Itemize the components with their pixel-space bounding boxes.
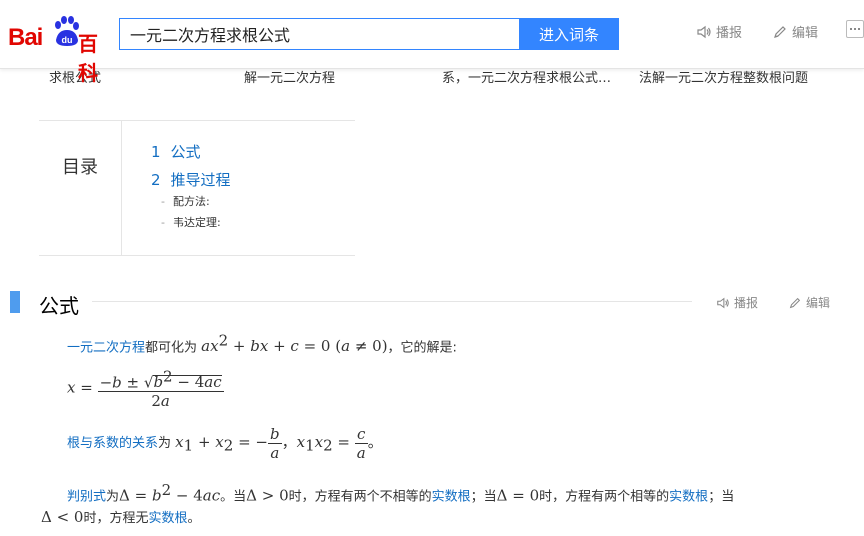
paragraph-discriminant: 判别式为Δ = b2 − 4ac。当Δ > 0时，方程有两个不相等的实数根；当Δ… bbox=[67, 481, 735, 505]
text: 。 bbox=[187, 511, 201, 526]
paragraph-discriminant-cont: Δ < 0时，方程无实数根。 bbox=[41, 508, 201, 526]
paragraph-general-form: 一元二次方程都可化为 ax2 + bx + c = 0 (a ≠ 0)，它的解是… bbox=[67, 332, 457, 355]
text: 时，方程无 bbox=[83, 511, 149, 526]
search-input[interactable] bbox=[119, 18, 519, 50]
text: 。当 bbox=[220, 489, 247, 505]
paragraph-vieta: 根与系数的关系为 x1 + x2 = − b a ，x1x2 = c a。 bbox=[67, 425, 383, 462]
toc-subitem-vieta[interactable]: - 韦达定理: bbox=[161, 214, 221, 230]
enter-entry-button[interactable]: 进入词条 bbox=[519, 18, 619, 50]
equation-general-form: ax2 + bx + c = 0 (a ≠ 0) bbox=[201, 332, 388, 356]
toc-title: 目录 bbox=[39, 121, 122, 255]
link-real-root[interactable]: 实数根 bbox=[432, 489, 471, 504]
paw-icon: du bbox=[55, 16, 79, 46]
text: ；当 bbox=[708, 489, 735, 505]
top-header: Bai du 百科 进入词条 播报 编辑 bbox=[0, 0, 864, 85]
related-terms-row: 求根公式 解一元二次方程 系，一元二次方程求根公式… 法解一元二次方程整数根问题 bbox=[0, 67, 864, 87]
toc-item-derivation[interactable]: 2 推导过程 bbox=[151, 169, 231, 190]
text: 时，方程有两个不相等的 bbox=[288, 489, 432, 505]
text: 时，方程有两个相等的 bbox=[539, 489, 670, 505]
section-edit-label: 编辑 bbox=[806, 296, 831, 310]
toc-item-label: 推导过程 bbox=[170, 171, 231, 189]
baidu-baike-logo[interactable]: Bai du 百科 bbox=[8, 14, 116, 85]
section-header: 公式 播报 编辑 bbox=[10, 290, 830, 318]
text: 都可化为 bbox=[145, 340, 198, 356]
related-term[interactable]: 解一元二次方程 bbox=[244, 67, 335, 86]
text: ；当 bbox=[470, 489, 497, 505]
link-root-coefficient-relation[interactable]: 根与系数的关系 bbox=[67, 436, 158, 451]
toc-item-formula[interactable]: 1 公式 bbox=[151, 141, 201, 162]
pencil-icon bbox=[789, 297, 801, 308]
speaker-icon bbox=[717, 297, 729, 308]
quadratic-formula: x = −b ± √b2 − 4ac 2a bbox=[67, 368, 224, 411]
report-button[interactable]: 播报 bbox=[696, 22, 742, 41]
report-label: 播报 bbox=[716, 26, 743, 41]
section-edit-button[interactable]: 编辑 bbox=[788, 294, 830, 311]
pencil-icon bbox=[774, 25, 786, 38]
text: ，它的解是: bbox=[387, 340, 457, 356]
section-report-button[interactable]: 播报 bbox=[716, 294, 758, 311]
toc-item-label: 公式 bbox=[170, 143, 201, 161]
edit-button[interactable]: 编辑 bbox=[772, 22, 818, 41]
table-of-contents: 目录 1 公式 2 推导过程 - 配方法: - 韦达定理: bbox=[39, 120, 355, 256]
toc-subitem-label: 配方法: bbox=[172, 195, 210, 208]
speaker-icon bbox=[697, 25, 711, 38]
related-term[interactable]: 法解一元二次方程整数根问题 bbox=[639, 67, 808, 86]
toc-item-number: 1 bbox=[151, 143, 161, 161]
link-discriminant[interactable]: 判别式 bbox=[67, 489, 106, 504]
equation-vieta: x1 + x2 = − b a ，x1x2 = c a。 bbox=[175, 425, 383, 462]
text: 为 bbox=[106, 489, 120, 505]
edit-label: 编辑 bbox=[792, 26, 819, 41]
section-marker bbox=[10, 291, 20, 313]
section-divider bbox=[92, 301, 692, 302]
section-report-label: 播报 bbox=[734, 296, 759, 310]
toc-subitem-label: 韦达定理: bbox=[172, 216, 221, 229]
toc-subitem-completing-square[interactable]: - 配方法: bbox=[161, 193, 210, 209]
link-real-root[interactable]: 实数根 bbox=[669, 489, 708, 504]
section-title: 公式 bbox=[39, 294, 79, 318]
toc-item-number: 2 bbox=[151, 171, 161, 189]
logo-text-bai: Bai bbox=[8, 24, 43, 51]
related-term[interactable]: 系，一元二次方程求根公式… bbox=[442, 67, 611, 86]
link-quadratic-equation[interactable]: 一元二次方程 bbox=[67, 340, 145, 355]
link-real-root[interactable]: 实数根 bbox=[149, 511, 188, 526]
logo-text-baike: 百科 bbox=[78, 32, 98, 85]
text: 为 bbox=[158, 436, 172, 451]
logo-text-du: du bbox=[62, 35, 73, 45]
comment-icon[interactable] bbox=[846, 20, 864, 38]
